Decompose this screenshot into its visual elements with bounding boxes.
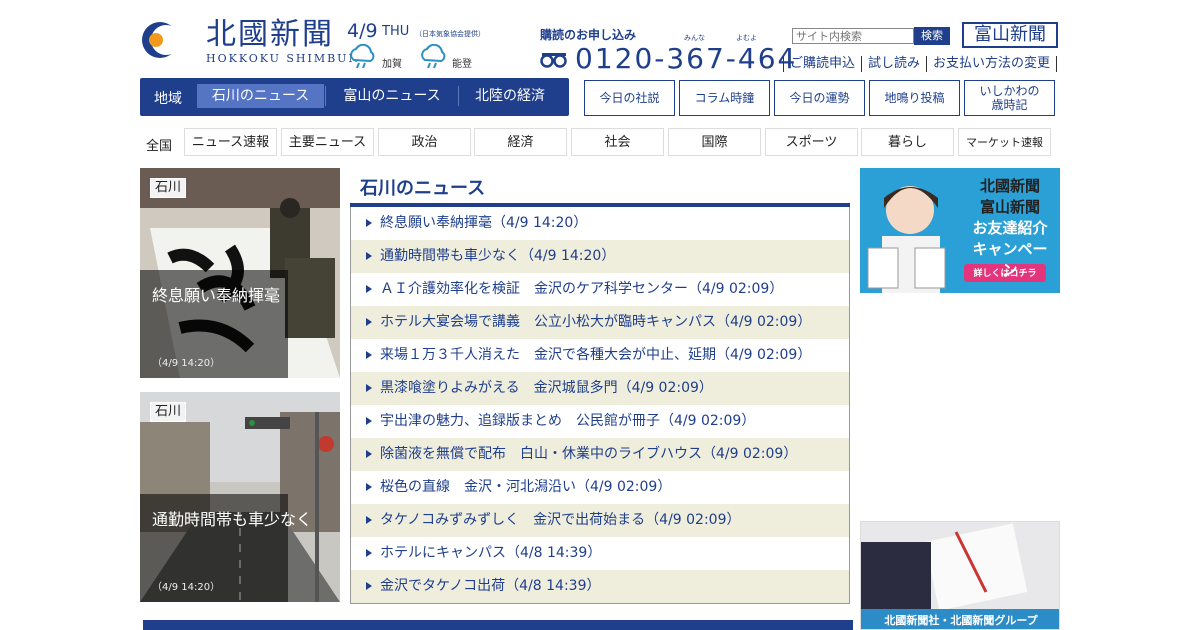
subscribe-title: 購読のお申し込み bbox=[540, 28, 637, 42]
news-item[interactable]: 来場１万３千人消えた 金沢で各種大会が中止、延期（4/9 02:09） bbox=[351, 339, 849, 372]
region-divider bbox=[458, 86, 459, 106]
arrow-right-icon bbox=[366, 549, 372, 557]
toyama-shimbun-logo[interactable]: 富山新聞 bbox=[962, 22, 1058, 48]
reader-posts-button[interactable]: 地鳴り投稿 bbox=[869, 80, 960, 116]
arrow-right-icon bbox=[366, 417, 372, 425]
tab-ishikawa-news[interactable]: 石川のニュース bbox=[197, 84, 324, 108]
friend-referral-ad[interactable]: 北國新聞 富山新聞 お友達紹介 キャンペーン 詳しくはコチラ bbox=[860, 168, 1060, 293]
hokkoku-logo-mark[interactable] bbox=[140, 16, 198, 64]
arrow-right-icon bbox=[366, 285, 372, 293]
category-national[interactable]: 全国 bbox=[146, 135, 172, 154]
news-item[interactable]: ホテル大宴会場で講義 公立小松大が臨時キャンパス（4/9 02:09） bbox=[351, 306, 849, 339]
arrow-right-icon bbox=[366, 582, 372, 590]
news-item[interactable]: 除菌液を無償で配布 白山・休業中のライブハウス（4/9 02:09） bbox=[351, 438, 849, 471]
category-market[interactable]: マーケット速報 bbox=[958, 128, 1051, 156]
tab-hokuriku-economy[interactable]: 北陸の経済 bbox=[460, 84, 560, 108]
search-button[interactable]: 検索 bbox=[914, 27, 950, 45]
arrow-right-icon bbox=[366, 351, 372, 359]
category-lifestyle[interactable]: 暮らし bbox=[861, 128, 954, 156]
bottom-banner[interactable] bbox=[143, 620, 853, 630]
photo-card[interactable]: 石川 終息願い奉納揮毫 （4/9 14:20） bbox=[140, 168, 340, 378]
news-item[interactable]: 桜色の直線 金沢・河北潟沿い（4/9 02:09） bbox=[351, 471, 849, 504]
link-trial[interactable]: 試し読み bbox=[861, 56, 926, 72]
photo-time: （4/9 14:20） bbox=[152, 358, 221, 369]
news-item[interactable]: ＡＩ介護効率化を検証 金沢のケア科学センター（4/9 02:09） bbox=[351, 273, 849, 306]
category-international[interactable]: 国際 bbox=[668, 128, 761, 156]
category-sports[interactable]: スポーツ bbox=[765, 128, 858, 156]
category-breaking[interactable]: ニュース速報 bbox=[184, 128, 277, 156]
weather-source-note: （日本気象協会提供） bbox=[415, 30, 485, 38]
column-jisho-button[interactable]: コラム時鐘 bbox=[679, 80, 770, 116]
news-item[interactable]: ホテルにキャンパス（4/8 14:39） bbox=[351, 537, 849, 570]
arrow-right-icon bbox=[366, 252, 372, 260]
free-dial-icon bbox=[540, 53, 567, 68]
subscription-links: ご購読申込 試し読み お支払い方法の変更 bbox=[783, 56, 1058, 72]
hokkoku-group-ad[interactable]: 北國新聞社・北國新聞グループ bbox=[860, 521, 1060, 630]
ad-line: お友達紹介 bbox=[972, 219, 1048, 237]
arrow-right-icon bbox=[366, 318, 372, 326]
category-top-news[interactable]: 主要ニュース bbox=[281, 128, 374, 156]
arrow-right-icon bbox=[366, 450, 372, 458]
link-subscribe[interactable]: ご購読申込 bbox=[783, 56, 861, 72]
photo-caption[interactable]: 通勤時間帯も車少なく bbox=[152, 506, 312, 530]
ishikawa-almanac-button[interactable]: いしかわの 歳時記 bbox=[964, 80, 1055, 116]
region-nav-label: 地域 bbox=[154, 91, 182, 107]
ad-details-button[interactable]: 詳しくはコチラ bbox=[964, 266, 1046, 279]
news-item[interactable]: 終息願い奉納揮毫（4/9 14:20） bbox=[351, 207, 849, 240]
cloud-rain-icon[interactable] bbox=[347, 44, 377, 70]
category-economy[interactable]: 経済 bbox=[474, 128, 567, 156]
arrow-right-icon bbox=[366, 516, 372, 524]
photo-time: （4/9 14:20） bbox=[152, 582, 221, 593]
cloud-rain-icon[interactable] bbox=[418, 44, 448, 70]
subscribe-phone[interactable]: 0120-367-464 bbox=[575, 42, 797, 75]
site-logo-sub: HOKKOKU SHIMBUN bbox=[206, 52, 361, 65]
search-input[interactable] bbox=[792, 28, 914, 44]
editorial-button[interactable]: 今日の社説 bbox=[584, 80, 675, 116]
photo-caption[interactable]: 終息願い奉納揮毫 bbox=[152, 282, 280, 306]
link-payment-change[interactable]: お支払い方法の変更 bbox=[926, 56, 1058, 72]
news-section-title: 石川のニュース bbox=[360, 178, 486, 199]
ad-group-label: 北國新聞社・北國新聞グループ bbox=[884, 614, 1038, 627]
news-item[interactable]: 黒漆喰塗りよみがえる 金沢城鼠多門（4/9 02:09） bbox=[351, 372, 849, 405]
news-item[interactable]: 通勤時間帯も車少なく（4/9 14:20） bbox=[351, 240, 849, 273]
news-item[interactable]: 宇出津の魅力、追録版まとめ 公民館が冊子（4/9 02:09） bbox=[351, 405, 849, 438]
weather-label-kaga: 加賀 bbox=[382, 59, 402, 70]
day-of-week: THU bbox=[382, 24, 410, 39]
ad-line: 北國新聞 bbox=[979, 177, 1040, 195]
arrow-right-icon bbox=[366, 384, 372, 392]
category-society[interactable]: 社会 bbox=[571, 128, 664, 156]
arrow-right-icon bbox=[366, 483, 372, 491]
current-date: 4/9 bbox=[347, 20, 378, 42]
tab-toyama-news[interactable]: 富山のニュース bbox=[327, 84, 457, 108]
site-logo[interactable]: 北國新聞 bbox=[206, 18, 334, 52]
arrow-right-icon bbox=[366, 219, 372, 227]
weather-label-noto: 能登 bbox=[452, 59, 472, 70]
region-divider bbox=[325, 86, 326, 106]
photo-card[interactable]: 石川 通勤時間帯も車少なく （4/9 14:20） bbox=[140, 392, 340, 602]
category-politics[interactable]: 政治 bbox=[378, 128, 471, 156]
region-tag: 石川 bbox=[150, 402, 187, 422]
news-item[interactable]: タケノコみずみずしく 金沢で出荷始まる（4/9 02:09） bbox=[351, 504, 849, 537]
region-tag: 石川 bbox=[150, 178, 187, 198]
horoscope-button[interactable]: 今日の運勢 bbox=[774, 80, 865, 116]
ad-line: 富山新聞 bbox=[979, 198, 1040, 216]
news-item[interactable]: 金沢でタケノコ出荷（4/8 14:39） bbox=[351, 570, 849, 603]
